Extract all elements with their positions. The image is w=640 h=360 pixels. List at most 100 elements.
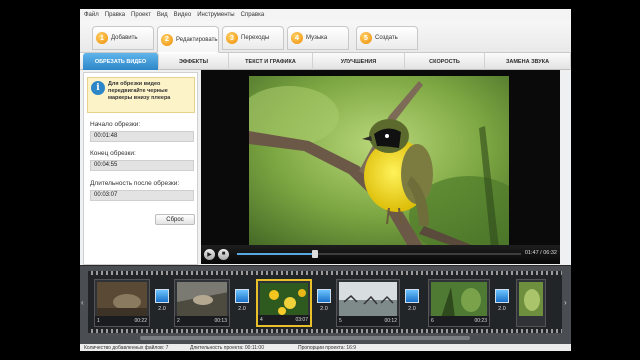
- clip-info-bar: 1 00:22: [95, 316, 149, 326]
- clip-duration: 00:23: [474, 318, 487, 324]
- player-controls: ▶ ■ 01:47 / 06:32: [201, 245, 560, 263]
- step-number-badge: 3: [226, 32, 238, 44]
- timeline-clip[interactable]: 5 00:12: [336, 279, 400, 327]
- timeline: ‹ › 1 00:22 2.0 2 00:13 2.0 4 03:07 2.0 …: [80, 265, 571, 344]
- status-bar: Количество добавленных файлов: 7 Длитель…: [80, 344, 571, 351]
- clip-thumbnail-image: [97, 282, 147, 316]
- play-icon[interactable]: ▶: [204, 248, 215, 260]
- clip-duration: 00:12: [384, 318, 397, 324]
- bird-video-image: [249, 76, 509, 248]
- film-perforation: [88, 271, 562, 275]
- reset-button[interactable]: Сброс: [155, 214, 195, 225]
- clip-duration: 00:22: [134, 318, 147, 324]
- trim-end-field[interactable]: 00:04:55: [90, 160, 194, 171]
- status-project-duration: Длительность проекта: 00:11:00: [190, 345, 264, 351]
- menu-view[interactable]: Вид: [157, 12, 168, 18]
- clip-index: 1: [97, 318, 100, 324]
- step-tab-add[interactable]: 1 Добавить: [92, 26, 154, 50]
- step-number-badge: 2: [161, 33, 173, 46]
- timeline-clip[interactable]: [516, 279, 546, 327]
- step-label: Редактировать: [176, 36, 218, 43]
- trim-start-field[interactable]: 00:01:48: [90, 131, 194, 142]
- video-frame[interactable]: [249, 76, 509, 248]
- timeline-clip[interactable]: 6 00:23: [428, 279, 490, 327]
- subtab-text-graphics[interactable]: ТЕКСТ И ГРАФИКА: [229, 53, 313, 70]
- transition-slot[interactable]: 2.0: [402, 289, 422, 321]
- clip-index: 5: [339, 318, 342, 324]
- transition-icon: [317, 289, 331, 303]
- step-label: Добавить: [111, 35, 138, 41]
- video-preview: [201, 70, 560, 264]
- clip-thumbnail: [431, 282, 487, 316]
- clip-thumbnail-image: [519, 282, 543, 316]
- clip-thumbnail-image: [431, 282, 487, 316]
- clip-thumbnail: [260, 283, 308, 315]
- transition-duration: 2.0: [238, 306, 246, 312]
- seek-progress: [237, 253, 316, 255]
- trim-duration-field: 00:03:07: [90, 190, 194, 201]
- trim-duration-label: Длительность после обрезки:: [90, 180, 180, 187]
- transition-duration: 2.0: [320, 306, 328, 312]
- clip-info-bar: 6 00:23: [429, 316, 489, 326]
- seek-bar[interactable]: [237, 250, 521, 258]
- subtab-enhance[interactable]: УЛУЧШЕНИЯ: [313, 53, 405, 70]
- transition-slot[interactable]: 2.0: [232, 289, 252, 321]
- clip-thumbnail: [97, 282, 147, 316]
- seek-handle[interactable]: [312, 250, 319, 258]
- timeline-clip[interactable]: 2 00:13: [174, 279, 230, 327]
- status-file-count: Количество добавленных файлов: 7: [84, 345, 169, 351]
- clip-info-bar: 2 00:13: [175, 316, 229, 326]
- step-tabs: 1 Добавить 2 Редактировать 3 Переходы 4 …: [80, 21, 571, 53]
- clip-index: 2: [177, 318, 180, 324]
- transition-duration: 2.0: [498, 306, 506, 312]
- transition-slot[interactable]: 2.0: [492, 289, 512, 321]
- clip-thumbnail-image: [177, 282, 227, 316]
- subtab-trim[interactable]: ОБРЕЗАТЬ ВИДЕО: [83, 53, 159, 70]
- transition-icon: [235, 289, 249, 303]
- menu-help[interactable]: Справка: [241, 12, 265, 18]
- clip-thumbnail: [177, 282, 227, 316]
- transition-slot[interactable]: 2.0: [314, 289, 334, 321]
- edit-subtabs: ОБРЕЗАТЬ ВИДЕО ЭФФЕКТЫ ТЕКСТ И ГРАФИКА У…: [80, 53, 571, 70]
- film-perforation: [88, 329, 562, 333]
- transition-icon: [495, 289, 509, 303]
- timeline-clip[interactable]: 1 00:22: [94, 279, 150, 327]
- trim-end-label: Конец обрезки:: [90, 150, 136, 157]
- info-icon: i: [91, 81, 105, 95]
- menu-video[interactable]: Видео: [174, 12, 192, 18]
- menu-tools[interactable]: Инструменты: [197, 12, 234, 18]
- stop-icon[interactable]: ■: [218, 248, 229, 260]
- clip-thumbnail: [339, 282, 397, 316]
- menubar: Файл Правка Проект Вид Видео Инструменты…: [80, 9, 571, 21]
- step-tab-create[interactable]: 5 Создать: [356, 26, 418, 50]
- timeline-clip-selected[interactable]: 4 03:07: [256, 279, 312, 327]
- timeline-scrollbar[interactable]: [140, 336, 470, 340]
- clip-thumbnail-image: [260, 283, 308, 315]
- subtab-speed[interactable]: СКОРОСТЬ: [405, 53, 485, 70]
- step-number-badge: 4: [291, 32, 303, 44]
- subtab-effects[interactable]: ЭФФЕКТЫ: [159, 53, 229, 70]
- clip-thumbnail-image: [339, 282, 397, 316]
- step-tab-music[interactable]: 4 Музыка: [287, 26, 349, 50]
- menu-file[interactable]: Файл: [84, 12, 99, 18]
- transition-icon: [155, 289, 169, 303]
- step-label: Создать: [375, 35, 398, 41]
- clip-index: 4: [260, 317, 263, 323]
- trim-panel: i Для обрезки видео передвигайте черные …: [83, 72, 198, 265]
- step-tab-edit[interactable]: 2 Редактировать: [157, 26, 219, 53]
- transition-duration: 2.0: [158, 306, 166, 312]
- chevron-right-icon[interactable]: ›: [564, 298, 570, 308]
- transition-slot[interactable]: 2.0: [152, 289, 172, 321]
- clip-duration: 00:13: [214, 318, 227, 324]
- transition-duration: 2.0: [408, 306, 416, 312]
- chevron-left-icon[interactable]: ‹: [81, 298, 87, 308]
- menu-project[interactable]: Проект: [131, 12, 151, 18]
- step-tab-transitions[interactable]: 3 Переходы: [222, 26, 284, 50]
- timecode: 01:47 / 06:32: [524, 250, 557, 256]
- filmstrip: 1 00:22 2.0 2 00:13 2.0 4 03:07 2.0 5 00…: [88, 271, 562, 333]
- subtab-replace-audio[interactable]: ЗАМЕНА ЗВУКА: [485, 53, 571, 70]
- menu-edit[interactable]: Правка: [105, 12, 125, 18]
- info-hint-text: Для обрезки видео передвигайте черные ма…: [108, 81, 171, 101]
- trim-start-label: Начало обрезки:: [90, 121, 141, 128]
- step-number-badge: 5: [360, 32, 372, 44]
